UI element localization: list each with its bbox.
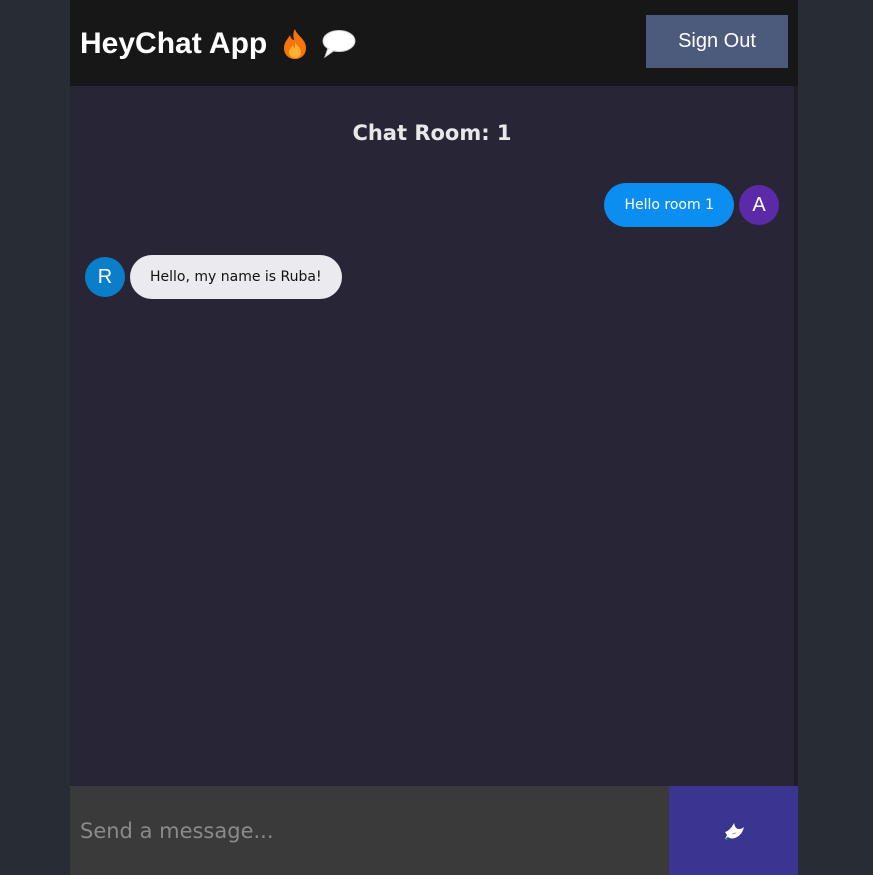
message-composer	[70, 786, 798, 875]
app-header: HeyChat App Sign Out	[70, 0, 798, 86]
message-received: R Hello, my name is Ruba!	[85, 255, 342, 299]
message-area-scrollbar[interactable]	[794, 86, 798, 786]
chat-app: HeyChat App Sign Out Chat Room: 1 Hello …	[70, 0, 798, 875]
avatar: A	[739, 185, 779, 225]
sign-out-button[interactable]: Sign Out	[646, 15, 788, 68]
message-bubble: Hello room 1	[604, 183, 734, 227]
chat-room-title: Chat Room: 1	[352, 121, 512, 145]
speech-bubble-icon	[321, 29, 357, 59]
dove-icon	[723, 821, 745, 841]
avatar: R	[85, 257, 125, 297]
message-sent: Hello room 1 A	[604, 183, 779, 227]
app-title: HeyChat App	[80, 27, 268, 60]
message-bubble: Hello, my name is Ruba!	[130, 255, 342, 299]
send-button[interactable]	[669, 786, 798, 875]
brand: HeyChat App	[80, 25, 357, 63]
fire-icon	[281, 28, 309, 60]
message-input[interactable]	[70, 786, 669, 875]
